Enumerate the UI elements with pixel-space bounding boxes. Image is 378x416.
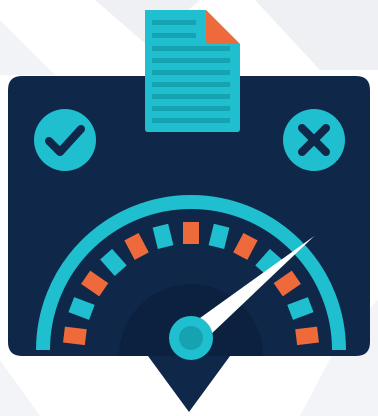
illustration <box>0 0 378 416</box>
check-icon[interactable] <box>34 109 96 171</box>
gauge-segment <box>183 222 199 244</box>
close-icon[interactable] <box>283 109 345 171</box>
gauge-segment <box>295 326 319 346</box>
gauge-segment <box>63 326 87 346</box>
document-icon <box>145 10 240 132</box>
gauge-hub-center <box>179 326 203 350</box>
